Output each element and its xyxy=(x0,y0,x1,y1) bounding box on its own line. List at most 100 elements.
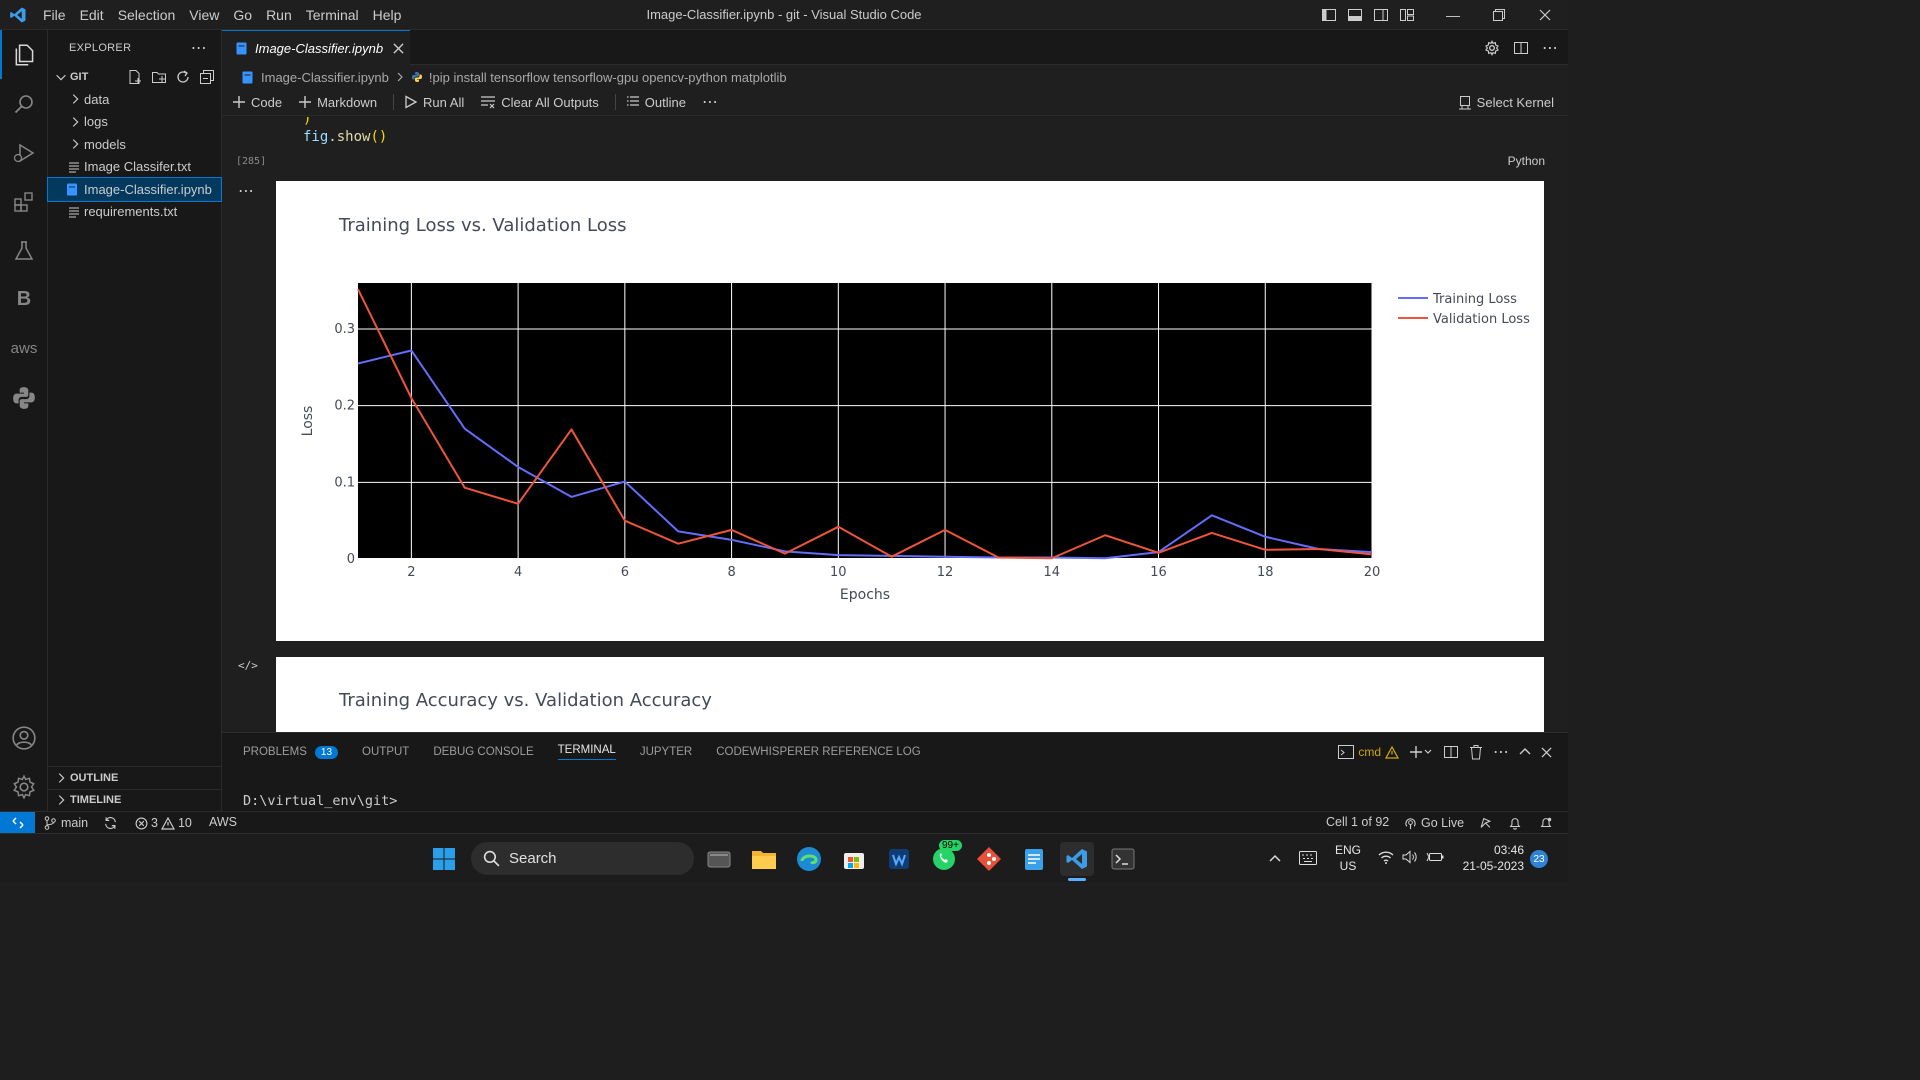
bootstrap-b-icon[interactable]: B xyxy=(0,275,48,324)
toggle-secondary-sidebar-icon[interactable] xyxy=(1368,0,1394,30)
new-terminal-button[interactable] xyxy=(1409,745,1433,759)
cell-language[interactable]: Python xyxy=(1508,154,1545,168)
vscode-taskbar-icon[interactable] xyxy=(1060,842,1094,876)
run-debug-icon[interactable] xyxy=(0,128,48,177)
terminal-prompt[interactable]: D:\virtual_env\git> xyxy=(243,793,397,809)
volume-icon[interactable] xyxy=(1402,850,1418,864)
toggle-primary-sidebar-icon[interactable] xyxy=(1316,0,1342,30)
minimize-icon[interactable]: — xyxy=(1430,0,1476,30)
testing-flask-icon[interactable] xyxy=(0,226,48,275)
new-file-icon[interactable] xyxy=(127,69,143,85)
menu-terminal[interactable]: Terminal xyxy=(299,0,366,30)
file-image-classifier-ipynb[interactable]: Image-Classifier.ipynb xyxy=(47,177,222,202)
loss-plot-output[interactable]: Training Loss vs. Validation Loss 2 4 6 8 10… xyxy=(276,181,1544,641)
tab-debug-console[interactable]: DEBUG CONSOLE xyxy=(433,746,533,758)
remote-indicator-icon[interactable] xyxy=(0,812,35,834)
notepad-icon[interactable] xyxy=(1017,842,1051,876)
trash-icon[interactable] xyxy=(1469,744,1483,760)
output-more-icon[interactable]: ⋯ xyxy=(238,181,254,201)
clock[interactable]: 03:46 21-05-2023 xyxy=(1456,842,1524,874)
workbench-app-icon[interactable] xyxy=(882,842,916,876)
branch-status[interactable]: main xyxy=(44,812,88,834)
go-live-button[interactable]: Go Live xyxy=(1404,812,1464,834)
menu-view[interactable]: View xyxy=(182,0,226,30)
edge-browser-icon[interactable] xyxy=(792,842,826,876)
file-requirements-txt[interactable]: requirements.txt xyxy=(48,201,221,224)
select-kernel-button[interactable]: Select Kernel xyxy=(1458,95,1554,110)
notifications-bell-icon[interactable] xyxy=(1508,816,1522,830)
toolbar-more-icon[interactable]: ⋯ xyxy=(702,92,718,112)
tab-problems[interactable]: PROBLEMS xyxy=(243,746,307,758)
panel-more-icon[interactable]: ⋯ xyxy=(1493,742,1509,762)
tab-output[interactable]: OUTPUT xyxy=(362,746,409,758)
add-code-cell-button[interactable]: Code xyxy=(232,95,282,110)
editor-more-icon[interactable]: ⋯ xyxy=(1542,38,1558,58)
outline-section[interactable]: OUTLINE xyxy=(48,766,221,789)
terminal-instance[interactable]: cmd xyxy=(1338,745,1399,759)
aws-status[interactable]: AWS xyxy=(209,815,237,829)
run-all-button[interactable]: Run All xyxy=(404,95,464,110)
close-tab-icon[interactable] xyxy=(393,42,404,54)
tab-image-classifier[interactable]: Image-Classifier.ipynb xyxy=(222,30,410,65)
breadcrumb-cell[interactable]: !pip install tensorflow tensorflow-gpu o… xyxy=(429,70,787,85)
git-gui-icon[interactable] xyxy=(972,842,1006,876)
feedback-icon[interactable] xyxy=(1478,816,1493,830)
collapse-all-icon[interactable] xyxy=(199,69,215,85)
restore-icon[interactable] xyxy=(1476,0,1522,30)
microsoft-store-icon[interactable] xyxy=(837,842,871,876)
notification-center-badge[interactable]: 23 xyxy=(1530,850,1548,868)
timeline-section[interactable]: TIMELINE xyxy=(48,789,221,811)
workspace-root[interactable]: GIT xyxy=(48,66,221,88)
clear-all-outputs-button[interactable]: Clear All Outputs xyxy=(480,95,599,110)
notebook-settings-gear-icon[interactable] xyxy=(1484,39,1500,56)
new-folder-icon[interactable] xyxy=(151,69,167,85)
split-editor-icon[interactable] xyxy=(1513,40,1529,56)
search-icon[interactable] xyxy=(0,79,48,128)
legend-label[interactable]: Validation Loss xyxy=(1433,312,1530,327)
menu-run[interactable]: Run xyxy=(259,0,299,30)
cell-position[interactable]: Cell 1 of 92 xyxy=(1326,815,1389,829)
menu-selection[interactable]: Selection xyxy=(111,0,183,30)
keyboard-icon[interactable] xyxy=(1299,851,1317,865)
file-image-classifer-txt[interactable]: Image Classifer.txt xyxy=(48,156,221,179)
task-view-icon[interactable] xyxy=(702,842,736,876)
tab-codewhisperer-log[interactable]: CODEWHISPERER REFERENCE LOG xyxy=(716,746,920,758)
html-output-icon[interactable]: </> xyxy=(238,659,258,672)
split-terminal-icon[interactable] xyxy=(1443,744,1459,760)
refresh-icon[interactable] xyxy=(175,69,191,85)
tab-terminal[interactable]: TERMINAL xyxy=(557,744,616,760)
language-indicator[interactable]: ENG US xyxy=(1335,842,1361,874)
explorer-more-icon[interactable]: ⋯ xyxy=(191,38,207,58)
scrollbar[interactable] xyxy=(1564,117,1568,732)
folder-logs[interactable]: logs xyxy=(48,111,221,134)
legend-label[interactable]: Training Loss xyxy=(1432,292,1517,307)
toggle-panel-icon[interactable] xyxy=(1342,0,1368,30)
outline-button[interactable]: Outline xyxy=(626,95,686,110)
menu-file[interactable]: File xyxy=(36,0,73,30)
close-panel-icon[interactable] xyxy=(1541,746,1552,758)
customize-layout-icon[interactable] xyxy=(1394,0,1420,30)
file-explorer-icon[interactable] xyxy=(747,842,781,876)
add-markdown-cell-button[interactable]: Markdown xyxy=(298,95,377,110)
sync-icon[interactable] xyxy=(103,816,118,830)
terminal-taskbar-icon[interactable] xyxy=(1106,842,1140,876)
wifi-icon[interactable] xyxy=(1378,850,1394,864)
manage-gear-icon[interactable] xyxy=(0,762,48,811)
battery-icon[interactable] xyxy=(1426,850,1444,864)
code-line[interactable]: fig.show() xyxy=(303,129,387,145)
maximize-panel-icon[interactable] xyxy=(1519,746,1531,758)
menu-help[interactable]: Help xyxy=(366,0,409,30)
menu-go[interactable]: Go xyxy=(226,0,259,30)
tab-jupyter[interactable]: JUPYTER xyxy=(640,746,692,758)
aws-icon[interactable]: aws xyxy=(0,324,48,373)
close-window-icon[interactable] xyxy=(1522,0,1568,30)
windows-start-icon[interactable] xyxy=(427,842,461,876)
extensions-icon[interactable] xyxy=(0,177,48,226)
breadcrumb-file[interactable]: Image-Classifier.ipynb xyxy=(261,70,389,85)
folder-models[interactable]: models xyxy=(48,133,221,156)
show-hidden-icons-chevron-icon[interactable] xyxy=(1268,853,1282,863)
whatsapp-icon[interactable]: 99+ xyxy=(927,840,962,876)
accounts-icon[interactable] xyxy=(0,713,48,762)
python-icon[interactable] xyxy=(0,373,48,422)
folder-data[interactable]: data xyxy=(48,88,221,111)
